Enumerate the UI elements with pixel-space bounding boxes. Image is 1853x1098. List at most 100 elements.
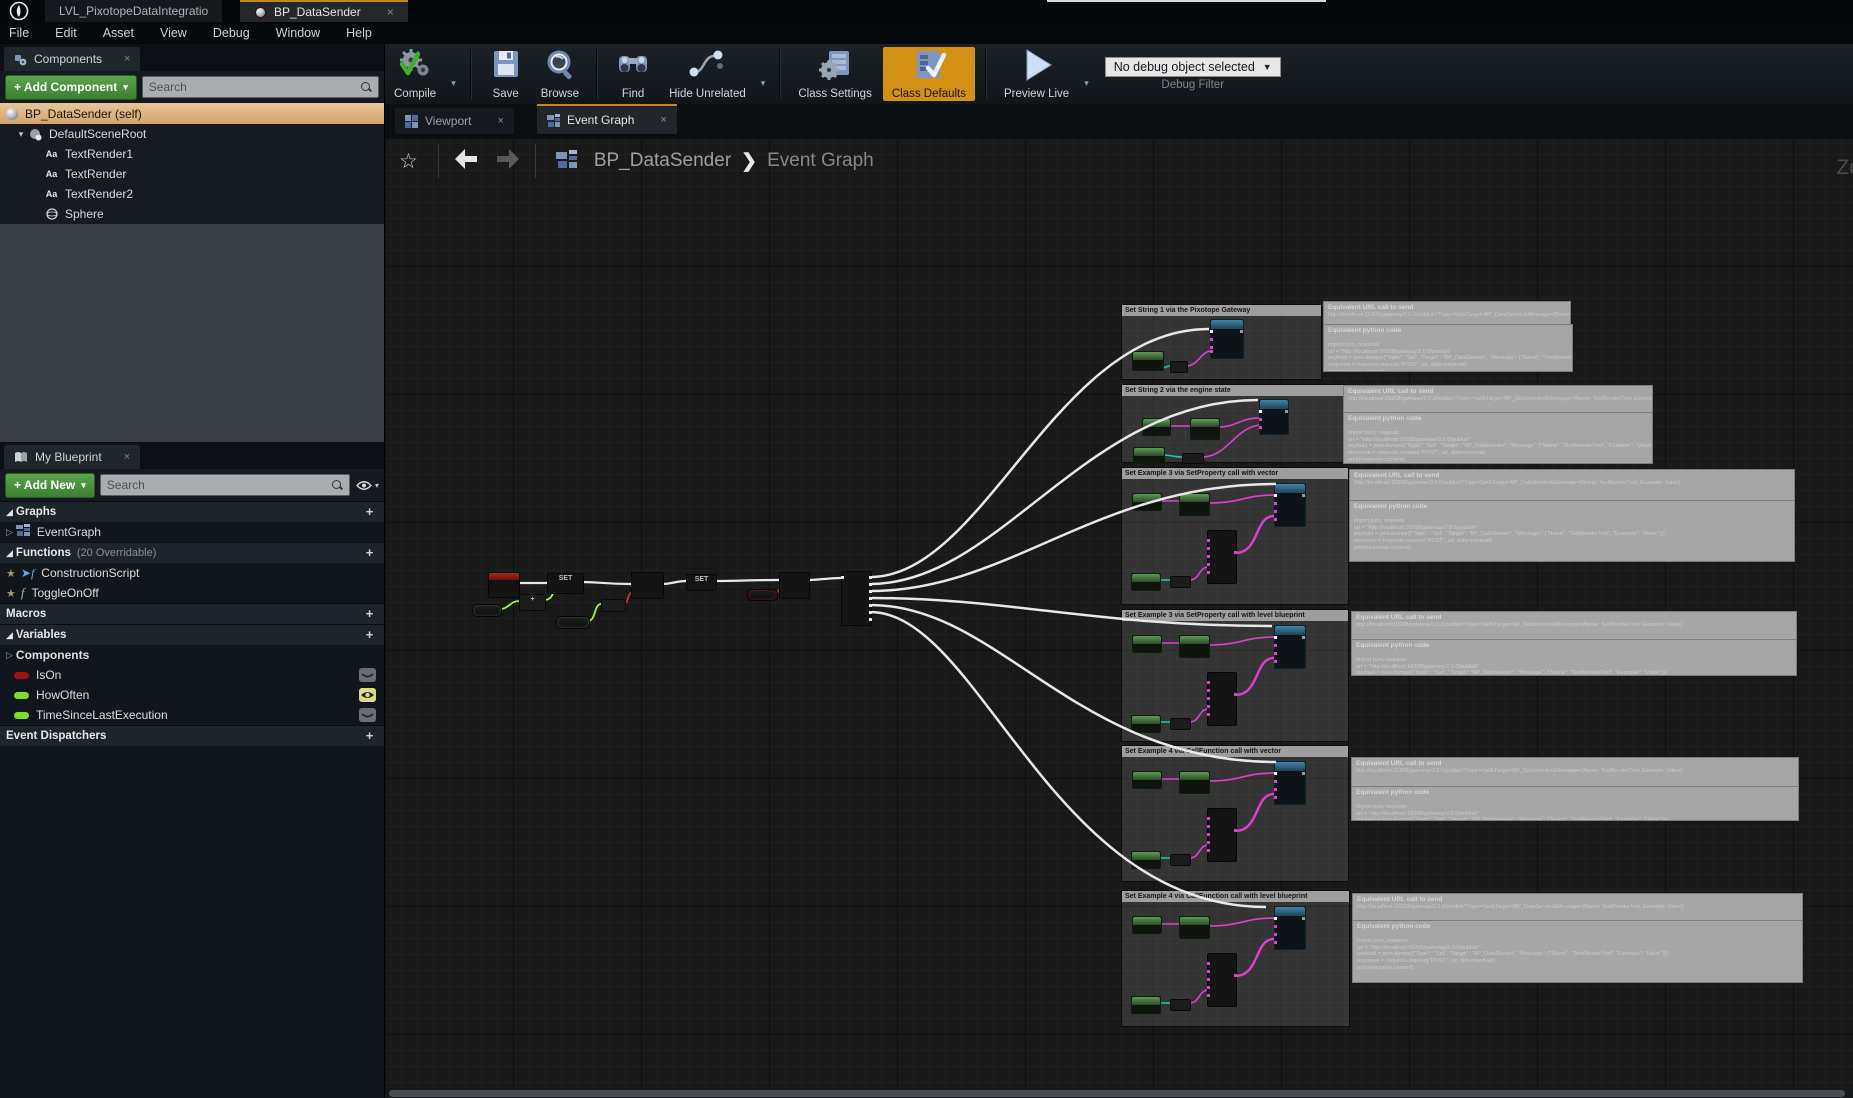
blueprint-node[interactable] xyxy=(1207,530,1237,584)
section-header-functions[interactable]: ◢Functions(20 Overridable)+ xyxy=(0,542,384,563)
blueprint-node[interactable] xyxy=(1131,996,1161,1014)
tab-event-graph[interactable]: Event Graph × xyxy=(537,104,677,134)
list-item-eventgraph[interactable]: ▷EventGraph xyxy=(0,522,384,542)
blueprint-node[interactable] xyxy=(1132,635,1162,653)
close-icon[interactable]: × xyxy=(124,53,130,65)
tree-item-textrender1[interactable]: AaTextRender1 xyxy=(0,144,384,164)
save-button[interactable]: Save xyxy=(480,46,532,102)
section-header-variables[interactable]: ◢Variables+ xyxy=(0,624,384,645)
blueprint-node[interactable] xyxy=(1132,916,1162,934)
tree-item-textrender2[interactable]: AaTextRender2 xyxy=(0,184,384,204)
tree-item-defaultsceneroot[interactable]: ▾DefaultSceneRoot xyxy=(0,124,384,144)
comment-group-3[interactable]: Set Example 3 via SetProperty call with … xyxy=(1121,467,1349,605)
menu-item-window[interactable]: Window xyxy=(267,26,337,40)
my-blueprint-search-input[interactable]: Search xyxy=(100,474,350,496)
blueprint-node[interactable] xyxy=(1132,771,1162,789)
variable-row-howoften[interactable]: HowOften xyxy=(0,685,384,705)
section-header-event-dispatchers[interactable]: Event Dispatchers+ xyxy=(0,725,384,746)
tab-viewport[interactable]: Viewport × xyxy=(395,108,514,134)
blueprint-node-set[interactable]: SET xyxy=(686,574,717,591)
add-icon[interactable]: + xyxy=(363,546,376,559)
class-settings-button[interactable]: Class Settings xyxy=(789,46,881,102)
tree-item-textrender[interactable]: AaTextRender xyxy=(0,164,384,184)
browse-button[interactable]: Browse xyxy=(532,46,588,102)
blueprint-node[interactable] xyxy=(1170,576,1191,588)
add-icon[interactable]: + xyxy=(363,607,376,620)
blueprint-node[interactable] xyxy=(1142,418,1171,436)
add-new-button[interactable]: + Add New ▾ xyxy=(5,473,95,498)
breadcrumb-asset[interactable]: BP_DataSender xyxy=(594,150,731,172)
blueprint-node[interactable] xyxy=(1179,916,1210,939)
blueprint-node-event[interactable] xyxy=(488,572,520,598)
section-header-macros[interactable]: Macros+ xyxy=(0,603,384,624)
blueprint-node[interactable] xyxy=(1170,854,1191,866)
collapse-icon[interactable]: ◢ xyxy=(6,630,13,641)
tab-my-blueprint[interactable]: My Blueprint × xyxy=(4,445,140,469)
back-arrow-icon[interactable] xyxy=(453,148,479,175)
menu-item-edit[interactable]: Edit xyxy=(46,26,94,40)
comment-group-5[interactable]: Set Example 4 via CallFunction call with… xyxy=(1121,745,1349,882)
variable-row-timesincelastexecution[interactable]: TimeSinceLastExecution xyxy=(0,705,384,725)
close-icon[interactable]: × xyxy=(124,451,130,463)
blueprint-node-tiny[interactable] xyxy=(601,599,626,612)
blueprint-node[interactable] xyxy=(1133,447,1165,464)
menu-item-file[interactable]: File xyxy=(0,26,46,40)
expander-icon[interactable]: ▷ xyxy=(6,527,13,538)
preview-live-button[interactable]: Preview Live xyxy=(995,46,1078,102)
event-graph-canvas[interactable]: ☆ BP_DataSender ❯ Event Graph Zo Set Str… xyxy=(385,138,1853,1098)
add-component-button[interactable]: + Add Component ▾ xyxy=(5,75,137,100)
horizontal-scrollbar-thumb[interactable] xyxy=(389,1090,1845,1097)
tab-components[interactable]: Components × xyxy=(4,47,140,71)
blueprint-node[interactable] xyxy=(1207,953,1237,1007)
collapse-icon[interactable]: ◢ xyxy=(6,548,13,559)
collapse-icon[interactable]: ◢ xyxy=(6,507,13,518)
window-tab-bp-datasender[interactable]: BP_DataSender × xyxy=(240,0,408,22)
close-icon[interactable]: × xyxy=(660,114,666,126)
tree-item-sphere[interactable]: Sphere xyxy=(0,204,384,224)
expander-icon[interactable]: ▷ xyxy=(6,650,13,661)
blueprint-node[interactable] xyxy=(1131,851,1161,869)
blueprint-node[interactable] xyxy=(1179,493,1210,516)
components-search-input[interactable]: Search xyxy=(142,76,379,98)
blueprint-node[interactable] xyxy=(1132,351,1164,371)
window-tab-level[interactable]: LVL_PixotopeDataIntegratio xyxy=(45,0,222,22)
visibility-filter-button[interactable]: ▾ xyxy=(356,480,379,491)
blueprint-node[interactable] xyxy=(1274,483,1306,527)
chevron-down-icon[interactable]: ▾ xyxy=(1078,78,1095,89)
list-item-components[interactable]: ▷Components xyxy=(0,645,384,665)
blueprint-node[interactable] xyxy=(1190,418,1220,440)
comment-group-1[interactable]: Set String 1 via the Pixotope Gateway xyxy=(1121,304,1322,380)
blueprint-node[interactable] xyxy=(1274,761,1306,805)
favorite-star-icon[interactable]: ☆ xyxy=(399,149,418,174)
blueprint-node[interactable] xyxy=(1274,625,1306,669)
blueprint-node-dark[interactable] xyxy=(631,572,664,599)
component-row-self[interactable]: BP_DataSender (self) xyxy=(0,103,384,124)
blueprint-node-pill[interactable] xyxy=(747,589,778,601)
blueprint-node[interactable] xyxy=(1170,361,1188,373)
expander-icon[interactable]: ▾ xyxy=(16,129,26,140)
blueprint-node[interactable] xyxy=(1179,635,1210,658)
menu-item-view[interactable]: View xyxy=(151,26,204,40)
blueprint-node[interactable] xyxy=(1170,999,1191,1011)
blueprint-node[interactable] xyxy=(1259,399,1289,435)
blueprint-node[interactable] xyxy=(1207,672,1237,726)
comment-group-6[interactable]: Set Example 4 via CallFunction call with… xyxy=(1121,890,1350,1027)
blueprint-node[interactable] xyxy=(1131,715,1161,733)
blueprint-node-seq[interactable] xyxy=(841,571,872,626)
chevron-down-icon[interactable]: ▾ xyxy=(755,78,772,89)
close-icon[interactable]: × xyxy=(387,5,394,19)
menu-item-asset[interactable]: Asset xyxy=(94,26,151,40)
variable-row-ison[interactable]: IsOn xyxy=(0,665,384,685)
blueprint-node[interactable] xyxy=(1182,453,1204,464)
comment-group-4[interactable]: Set Example 3 via SetProperty call with … xyxy=(1121,609,1349,742)
add-icon[interactable]: + xyxy=(363,628,376,641)
blueprint-node-dark[interactable] xyxy=(779,572,810,599)
menu-item-help[interactable]: Help xyxy=(337,26,389,40)
blueprint-node[interactable] xyxy=(1207,808,1237,862)
blueprint-node-tiny[interactable]: + xyxy=(519,594,546,611)
blueprint-node-pill[interactable] xyxy=(472,604,502,617)
compile-button[interactable]: Compile xyxy=(385,46,445,102)
eye-open-icon[interactable] xyxy=(359,688,376,702)
section-header-graphs[interactable]: ◢Graphs+ xyxy=(0,501,384,522)
forward-arrow-icon[interactable] xyxy=(495,148,521,175)
